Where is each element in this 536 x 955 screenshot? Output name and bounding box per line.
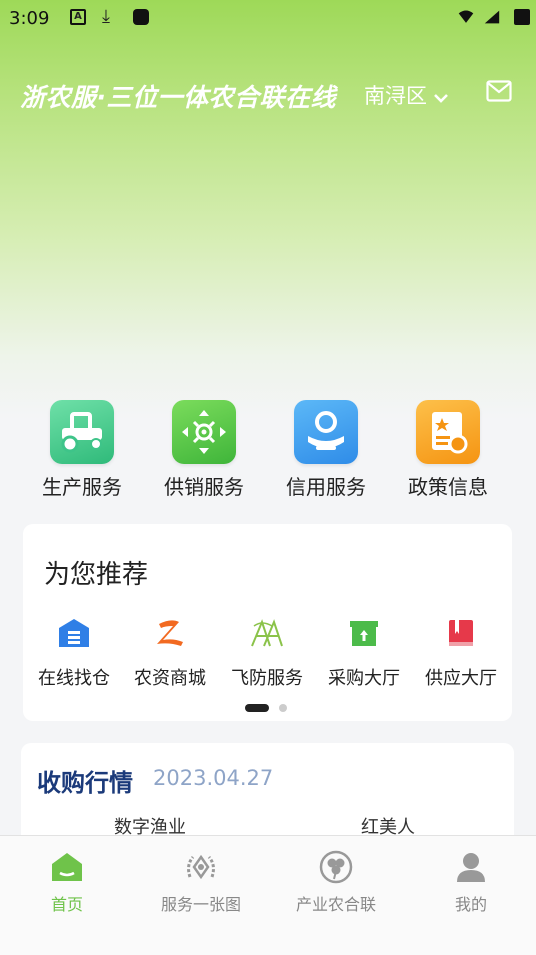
market-date: 2023.04.27 xyxy=(153,766,274,790)
recommend-title: 为您推荐 xyxy=(44,560,149,590)
app-icon xyxy=(133,9,149,25)
battery-icon xyxy=(514,9,530,25)
policy-doc-icon xyxy=(416,400,480,464)
service-grid: 生产服务 供销服务 信用服务 政策信息 xyxy=(0,400,536,500)
recommend-item-drone[interactable]: 飞防服务 xyxy=(218,616,316,690)
recommend-label: 在线找仓 xyxy=(38,668,110,689)
status-time: 3:09 xyxy=(9,8,50,29)
service-policy[interactable]: 政策信息 xyxy=(393,400,503,500)
carousel-dot-active xyxy=(245,704,269,712)
tab-home[interactable]: 首页 xyxy=(2,849,132,915)
supply-book-icon xyxy=(444,616,478,650)
drone-logo-icon xyxy=(250,616,284,650)
tab-label: 我的 xyxy=(454,895,487,914)
service-label: 政策信息 xyxy=(408,475,488,499)
tab-label: 首页 xyxy=(50,895,83,914)
recommend-label: 采购大厅 xyxy=(328,668,400,689)
recommend-label: 飞防服务 xyxy=(231,668,303,689)
z-logo-icon xyxy=(153,616,187,650)
recommend-label: 农资商城 xyxy=(134,668,206,689)
tab-profile[interactable]: 我的 xyxy=(406,849,536,915)
market-title: 收购行情 xyxy=(37,769,133,797)
recommend-item-mall[interactable]: 农资商城 xyxy=(121,616,219,690)
download-icon: ⤓ xyxy=(102,6,110,27)
service-credit[interactable]: 信用服务 xyxy=(271,400,381,500)
service-label: 生产服务 xyxy=(42,475,122,499)
recommend-card: 为您推荐 在线找仓 农资商城 飞防服务 采购大厅 供应大厅 xyxy=(23,524,512,721)
tab-label: 服务一张图 xyxy=(160,895,241,914)
service-production[interactable]: 生产服务 xyxy=(27,400,137,500)
recommend-item-supply[interactable]: 供应大厅 xyxy=(412,616,510,690)
app-title: 浙农服·三位一体农合联在线 xyxy=(20,83,336,112)
tab-label: 产业农合联 xyxy=(295,895,376,914)
a-notification-icon: A xyxy=(70,9,86,25)
profile-icon xyxy=(453,849,489,885)
recommend-item-warehouse[interactable]: 在线找仓 xyxy=(25,616,123,690)
service-map-icon xyxy=(183,849,219,885)
bottom-tab-bar: 首页 服务一张图 产业农合联 我的 xyxy=(0,835,536,955)
signal-icon xyxy=(484,10,500,24)
industry-union-icon xyxy=(318,849,354,885)
warehouse-icon xyxy=(57,616,91,650)
distribution-icon xyxy=(172,400,236,464)
recommend-item-purchase[interactable]: 采购大厅 xyxy=(315,616,413,690)
service-distribution[interactable]: 供销服务 xyxy=(149,400,259,500)
wifi-icon xyxy=(458,10,474,23)
service-label: 供销服务 xyxy=(164,475,244,499)
app-header: 浙农服·三位一体农合联在线 南浔区 xyxy=(0,70,536,118)
tab-industry-union[interactable]: 产业农合联 xyxy=(271,849,401,915)
tab-service-map[interactable]: 服务一张图 xyxy=(136,849,266,915)
region-label: 南浔区 xyxy=(364,84,427,108)
region-selector[interactable]: 南浔区 xyxy=(364,80,449,110)
credit-icon xyxy=(294,400,358,464)
recommend-label: 供应大厅 xyxy=(425,668,497,689)
tractor-icon xyxy=(50,400,114,464)
carousel-dot xyxy=(279,704,287,712)
mail-icon[interactable] xyxy=(486,80,512,102)
hero-banner xyxy=(0,0,536,420)
purchase-box-icon xyxy=(347,616,381,650)
status-bar: 3:09 A ⤓ xyxy=(0,0,536,36)
home-icon xyxy=(49,849,85,885)
service-label: 信用服务 xyxy=(286,475,366,499)
chevron-down-icon xyxy=(433,85,449,109)
